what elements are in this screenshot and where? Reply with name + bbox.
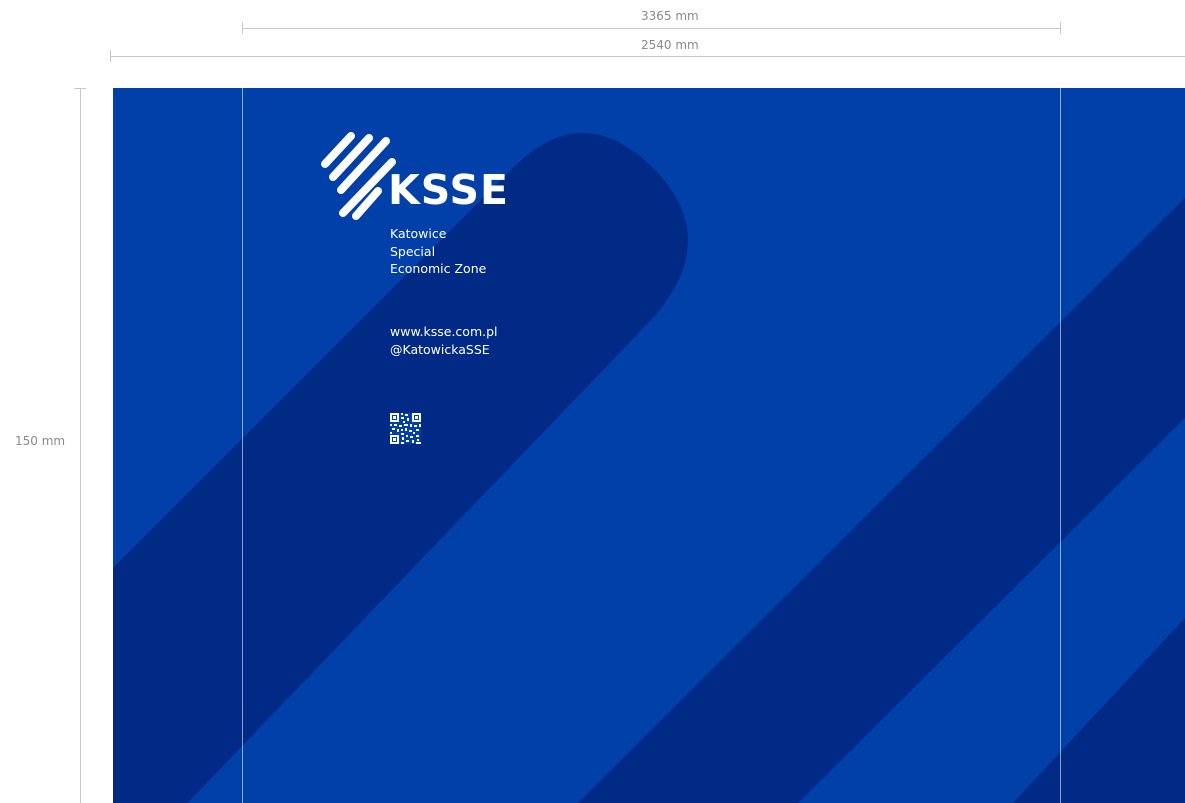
banner-artwork: KSSE Katowice Special Economic Zone www.… bbox=[113, 88, 1185, 803]
height-tick-top bbox=[74, 88, 86, 89]
tagline-line: Katowice bbox=[390, 226, 447, 241]
safe-area-guide-right bbox=[1060, 88, 1061, 803]
outer-width-tick-left bbox=[110, 50, 111, 62]
brand-tagline: Katowice Special Economic Zone bbox=[390, 225, 486, 278]
social-handle-text: @KatowickaSSE bbox=[390, 342, 490, 357]
diagonal-stripes-logo-icon bbox=[321, 132, 396, 220]
website-text: www.ksse.com.pl bbox=[390, 324, 498, 339]
outer-width-label: 2540 mm bbox=[641, 38, 699, 52]
contact-block: www.ksse.com.pl @KatowickaSSE bbox=[390, 323, 498, 359]
inner-width-label: 3365 mm bbox=[641, 9, 699, 23]
outer-width-dimension-line bbox=[110, 56, 1185, 57]
background-stripes bbox=[113, 133, 1185, 803]
inner-width-tick-left bbox=[242, 22, 243, 34]
inner-width-tick-right bbox=[1060, 22, 1061, 34]
brand-name: KSSE bbox=[388, 166, 509, 214]
inner-width-dimension-line bbox=[242, 28, 1061, 29]
height-label: 150 mm bbox=[15, 434, 66, 448]
tagline-line: Special bbox=[390, 243, 436, 259]
height-dimension-line bbox=[80, 88, 81, 803]
tagline-line: Economic Zone bbox=[390, 261, 487, 276]
safe-area-guide-left bbox=[242, 88, 243, 803]
qr-code-icon bbox=[390, 413, 421, 444]
